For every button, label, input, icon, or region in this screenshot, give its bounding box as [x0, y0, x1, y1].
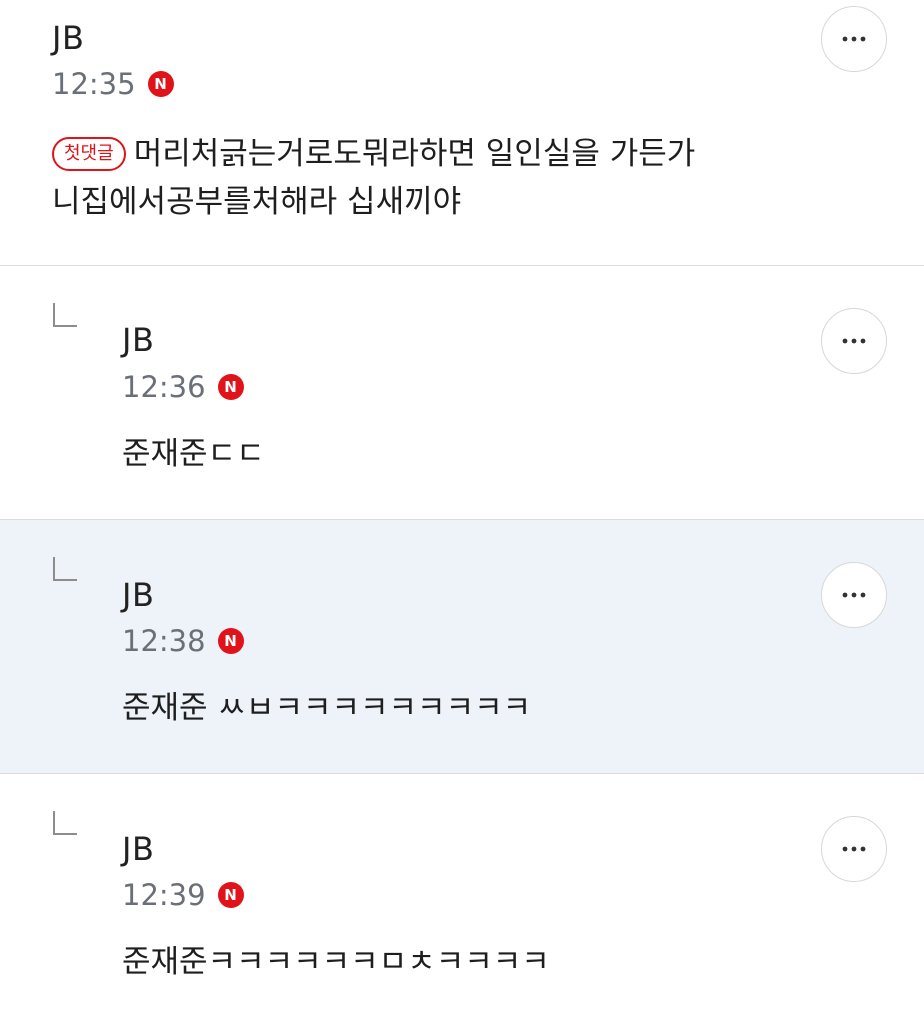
new-badge: N [217, 628, 244, 654]
reply-item-highlighted: JB 12:38 N 준재준 ㅆㅂㅋㅋㅋㅋㅋㅋㅋㅋㅋ [0, 520, 924, 773]
more-options-button[interactable] [821, 562, 887, 628]
comment-body: 준재준ㅋㅋㅋㅋㅋㅋㅁㅊㅋㅋㅋㅋ [122, 944, 550, 980]
comment-text-line1: 머리처긁는거로도뭐라하면 일인실을 가든가 [133, 136, 696, 172]
comment-timestamp-row: 12:39 N [122, 878, 244, 912]
more-options-button[interactable] [821, 6, 887, 72]
comment-body: 첫댓글 머리처긁는거로도뭐라하면 일인실을 가든가 니집에서공부를처해라 십새끼야 [52, 130, 832, 226]
reply-arrow-icon [53, 303, 77, 327]
comment-body: 준재준ㄷㄷ [122, 436, 265, 472]
comment-timestamp-row: 12:38 N [122, 624, 244, 658]
more-horizontal-icon [842, 338, 866, 344]
comment-time: 12:38 [122, 624, 206, 658]
comment-author[interactable]: JB [52, 20, 84, 56]
comment-author[interactable]: JB [122, 577, 154, 613]
new-badge: N [147, 71, 174, 97]
new-badge: N [217, 374, 244, 400]
comment-timestamp-row: 12:35 N [52, 67, 174, 101]
comment-text-line2: 니집에서공부를처해라 십새끼야 [52, 184, 462, 220]
comment-author[interactable]: JB [122, 322, 154, 358]
comment-item: JB 12:35 N 첫댓글 머리처긁는거로도뭐라하면 일인실을 가든가 니집에서… [0, 0, 924, 265]
first-comment-badge: 첫댓글 [52, 137, 126, 171]
more-horizontal-icon [842, 592, 866, 598]
more-options-button[interactable] [821, 816, 887, 882]
more-horizontal-icon [842, 846, 866, 852]
reply-arrow-icon [53, 811, 77, 835]
comment-author[interactable]: JB [122, 831, 154, 867]
new-badge: N [217, 882, 244, 908]
comment-body: 준재준 ㅆㅂㅋㅋㅋㅋㅋㅋㅋㅋㅋ [122, 690, 532, 726]
reply-arrow-icon [53, 557, 77, 581]
comment-time: 12:39 [122, 878, 206, 912]
reply-item: JB 12:36 N 준재준ㄷㄷ [0, 266, 924, 519]
more-options-button[interactable] [821, 308, 887, 374]
comment-time: 12:36 [122, 370, 206, 404]
reply-item: JB 12:39 N 준재준ㅋㅋㅋㅋㅋㅋㅁㅊㅋㅋㅋㅋ [0, 774, 924, 1020]
more-horizontal-icon [842, 36, 866, 42]
comment-timestamp-row: 12:36 N [122, 370, 244, 404]
comment-time: 12:35 [52, 67, 136, 101]
